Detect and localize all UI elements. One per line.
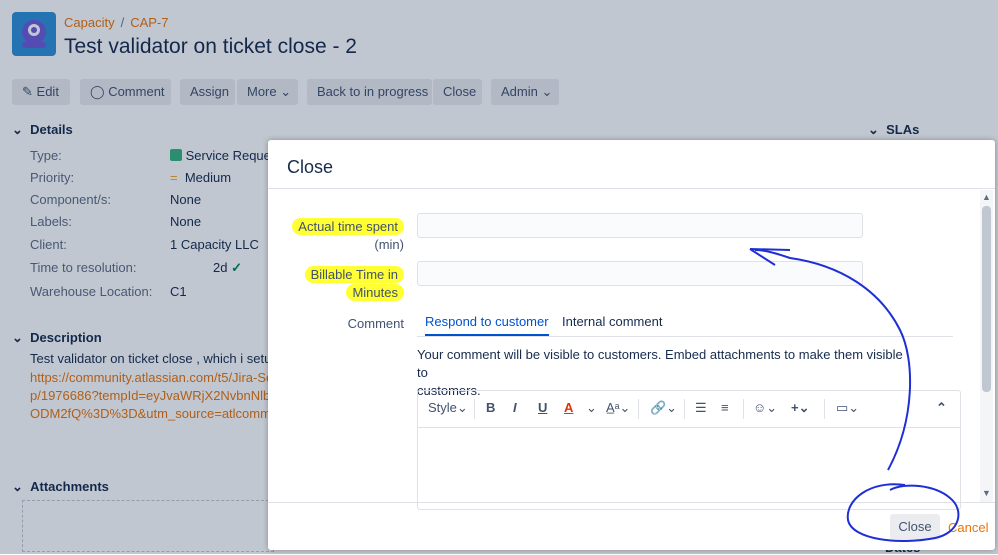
annotation-circle [846,483,960,542]
hand-drawn-annotation [749,248,960,542]
annotation-arrow-curve [754,249,912,471]
